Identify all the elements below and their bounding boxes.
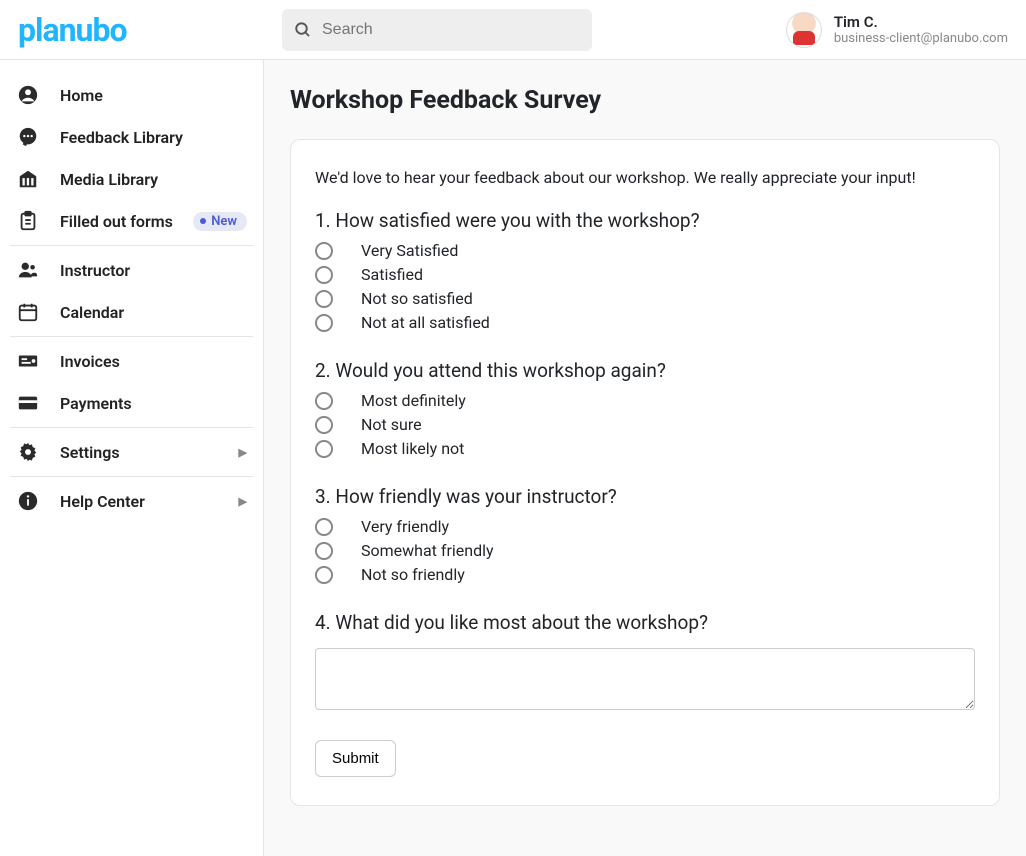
sidebar-item-media-library[interactable]: Media Library bbox=[10, 158, 253, 200]
option-label: Not at all satisfied bbox=[361, 313, 490, 332]
sidebar-item-home[interactable]: Home bbox=[10, 74, 253, 116]
survey-card: We'd love to hear your feedback about ou… bbox=[290, 139, 1000, 806]
option-label: Most likely not bbox=[361, 439, 464, 458]
survey-intro: We'd love to hear your feedback about ou… bbox=[315, 168, 975, 187]
radio-icon[interactable] bbox=[315, 542, 333, 560]
nav-separator bbox=[10, 245, 253, 246]
option-label: Not so satisfied bbox=[361, 289, 473, 308]
option-label: Most definitely bbox=[361, 391, 466, 410]
radio-icon[interactable] bbox=[315, 392, 333, 410]
sidebar-item-label: Instructor bbox=[60, 261, 247, 280]
sidebar-item-instructor[interactable]: Instructor bbox=[10, 249, 253, 291]
chevron-right-icon: ▶ bbox=[239, 495, 247, 508]
option-row[interactable]: Most likely not bbox=[315, 438, 975, 459]
sidebar-item-feedback-library[interactable]: Feedback Library bbox=[10, 116, 253, 158]
sidebar-item-payments[interactable]: Payments bbox=[10, 382, 253, 424]
question-options: Very Satisfied Satisfied Not so satisfied N… bbox=[315, 240, 975, 333]
library-icon bbox=[16, 168, 40, 190]
option-row[interactable]: Satisfied bbox=[315, 264, 975, 285]
radio-icon[interactable] bbox=[315, 242, 333, 260]
nav-separator bbox=[10, 336, 253, 337]
option-label: Not sure bbox=[361, 415, 422, 434]
avatar bbox=[786, 12, 822, 48]
app-header: planubo Tim C. business-client@planubo.c… bbox=[0, 0, 1026, 60]
sidebar-item-label: Feedback Library bbox=[60, 128, 247, 147]
user-email: business-client@planubo.com bbox=[834, 31, 1008, 46]
option-row[interactable]: Very Satisfied bbox=[315, 240, 975, 261]
sidebar-item-filled-out-forms[interactable]: Filled out forms New bbox=[10, 200, 253, 242]
sidebar-item-invoices[interactable]: Invoices bbox=[10, 340, 253, 382]
radio-icon[interactable] bbox=[315, 566, 333, 584]
sidebar-item-label: Payments bbox=[60, 394, 247, 413]
gear-icon bbox=[16, 441, 40, 463]
sidebar-item-label: Media Library bbox=[60, 170, 247, 189]
new-badge: New bbox=[193, 212, 247, 231]
user-menu[interactable]: Tim C. business-client@planubo.com bbox=[786, 12, 1014, 48]
radio-icon[interactable] bbox=[315, 266, 333, 284]
sidebar-item-calendar[interactable]: Calendar bbox=[10, 291, 253, 333]
invoice-icon bbox=[16, 350, 40, 372]
chat-icon bbox=[16, 126, 40, 148]
option-row[interactable]: Most definitely bbox=[315, 390, 975, 411]
radio-icon[interactable] bbox=[315, 440, 333, 458]
radio-icon[interactable] bbox=[315, 314, 333, 332]
sidebar-item-help-center[interactable]: Help Center ▶ bbox=[10, 480, 253, 522]
chevron-right-icon: ▶ bbox=[239, 446, 247, 459]
sidebar-item-label: Filled out forms bbox=[60, 212, 173, 231]
calendar-icon bbox=[16, 301, 40, 323]
option-row[interactable]: Not so friendly bbox=[315, 564, 975, 585]
radio-icon[interactable] bbox=[315, 416, 333, 434]
nav-separator bbox=[10, 476, 253, 477]
brand-logo[interactable]: planubo bbox=[12, 11, 282, 49]
option-row[interactable]: Not sure bbox=[315, 414, 975, 435]
option-row[interactable]: Somewhat friendly bbox=[315, 540, 975, 561]
sidebar-item-label: Help Center bbox=[60, 492, 219, 511]
radio-icon[interactable] bbox=[315, 518, 333, 536]
search-field[interactable] bbox=[282, 9, 592, 51]
option-row[interactable]: Very friendly bbox=[315, 516, 975, 537]
question-text: 2. Would you attend this workshop again? bbox=[315, 359, 975, 382]
option-label: Satisfied bbox=[361, 265, 423, 284]
page-title: Workshop Feedback Survey bbox=[290, 86, 1000, 115]
card-icon bbox=[16, 392, 40, 414]
option-label: Not so friendly bbox=[361, 565, 465, 584]
sidebar-item-label: Invoices bbox=[60, 352, 247, 371]
option-label: Somewhat friendly bbox=[361, 541, 494, 560]
question-options: Most definitely Not sure Most likely not bbox=[315, 390, 975, 459]
search-icon bbox=[294, 21, 312, 39]
sidebar-item-label: Settings bbox=[60, 443, 219, 462]
question-options: Very friendly Somewhat friendly Not so fri… bbox=[315, 516, 975, 585]
question-text: 1. How satisfied were you with the works… bbox=[315, 209, 975, 232]
question-text: 3. How friendly was your instructor? bbox=[315, 485, 975, 508]
user-name: Tim C. bbox=[834, 13, 1008, 31]
account-circle-icon bbox=[16, 84, 40, 106]
option-label: Very Satisfied bbox=[361, 241, 458, 260]
sidebar: Home Feedback Library Media Library Filled … bbox=[0, 60, 264, 856]
people-icon bbox=[16, 259, 40, 281]
option-label: Very friendly bbox=[361, 517, 449, 536]
sidebar-item-label: Calendar bbox=[60, 303, 247, 322]
sidebar-item-settings[interactable]: Settings ▶ bbox=[10, 431, 253, 473]
info-icon bbox=[16, 490, 40, 512]
clipboard-icon bbox=[16, 210, 40, 232]
question-text: 4. What did you like most about the work… bbox=[315, 611, 975, 634]
freeform-answer[interactable] bbox=[315, 648, 975, 710]
search-input[interactable] bbox=[322, 21, 580, 39]
main-content: Workshop Feedback Survey We'd love to he… bbox=[264, 60, 1026, 856]
sidebar-item-label: Home bbox=[60, 86, 247, 105]
submit-button[interactable]: Submit bbox=[315, 740, 396, 777]
nav-separator bbox=[10, 427, 253, 428]
option-row[interactable]: Not so satisfied bbox=[315, 288, 975, 309]
option-row[interactable]: Not at all satisfied bbox=[315, 312, 975, 333]
radio-icon[interactable] bbox=[315, 290, 333, 308]
